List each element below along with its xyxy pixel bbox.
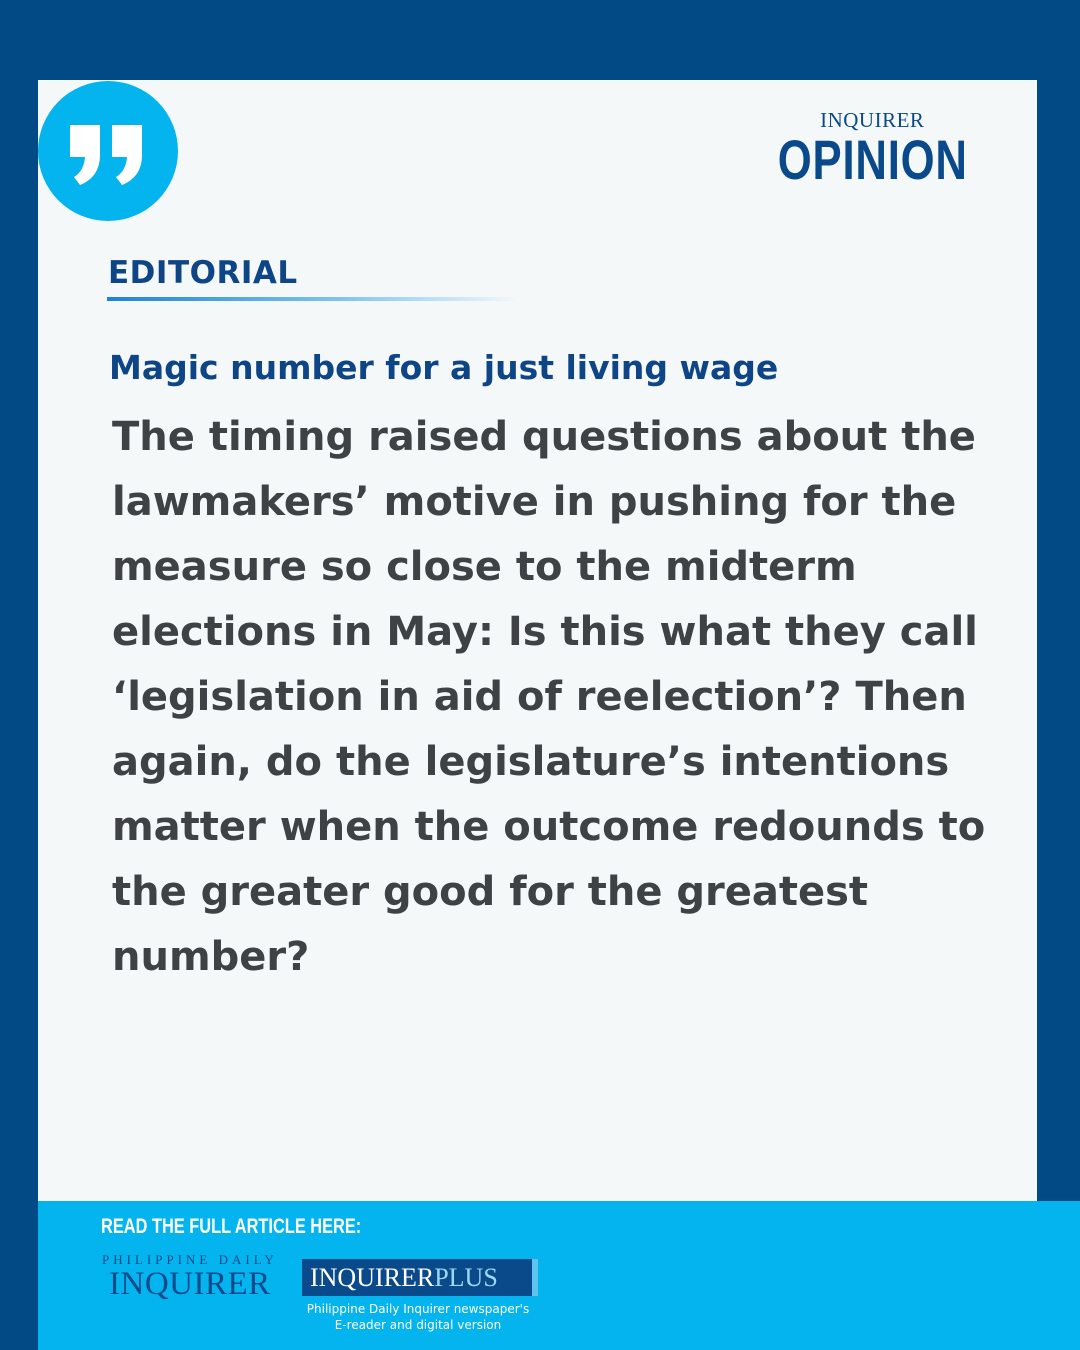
plus-caption-line2: E-reader and digital version bbox=[334, 1318, 502, 1332]
pdi-logo-top: PHILIPPINE DAILY bbox=[102, 1252, 278, 1267]
article-excerpt: The timing raised questions about the la… bbox=[112, 414, 986, 980]
brand-main: OPINION bbox=[777, 128, 968, 191]
plus-caption-line1: Philippine Daily Inquirer newspaper's bbox=[306, 1302, 530, 1316]
plus-logo-main: INQUIRER bbox=[310, 1263, 435, 1292]
philippine-daily-inquirer-logo[interactable]: PHILIPPINE DAILY INQUIRER bbox=[102, 1252, 278, 1302]
read-full-article-cta: READ THE FULL ARTICLE HERE: bbox=[101, 1215, 362, 1238]
quote-badge bbox=[38, 81, 178, 221]
plus-logo-suffix: PLUS bbox=[434, 1263, 498, 1292]
section-divider bbox=[107, 297, 519, 301]
inquirer-plus-caption: Philippine Daily Inquirer newspaper's E-… bbox=[302, 1301, 534, 1333]
pdi-logo-main: INQUIRER bbox=[109, 1266, 271, 1302]
article-headline: Magic number for a just living wage bbox=[109, 348, 779, 387]
brand-top: INQUIRER bbox=[820, 108, 925, 132]
closing-quote-icon bbox=[70, 125, 142, 185]
inquirer-opinion-logo: INQUIRER OPINION bbox=[751, 110, 994, 190]
inquirer-plus-logo[interactable]: INQUIRERPLUS bbox=[302, 1259, 538, 1296]
section-label: EDITORIAL bbox=[108, 255, 298, 291]
footer-banner: READ THE FULL ARTICLE HERE: PHILIPPINE D… bbox=[38, 1201, 1080, 1350]
